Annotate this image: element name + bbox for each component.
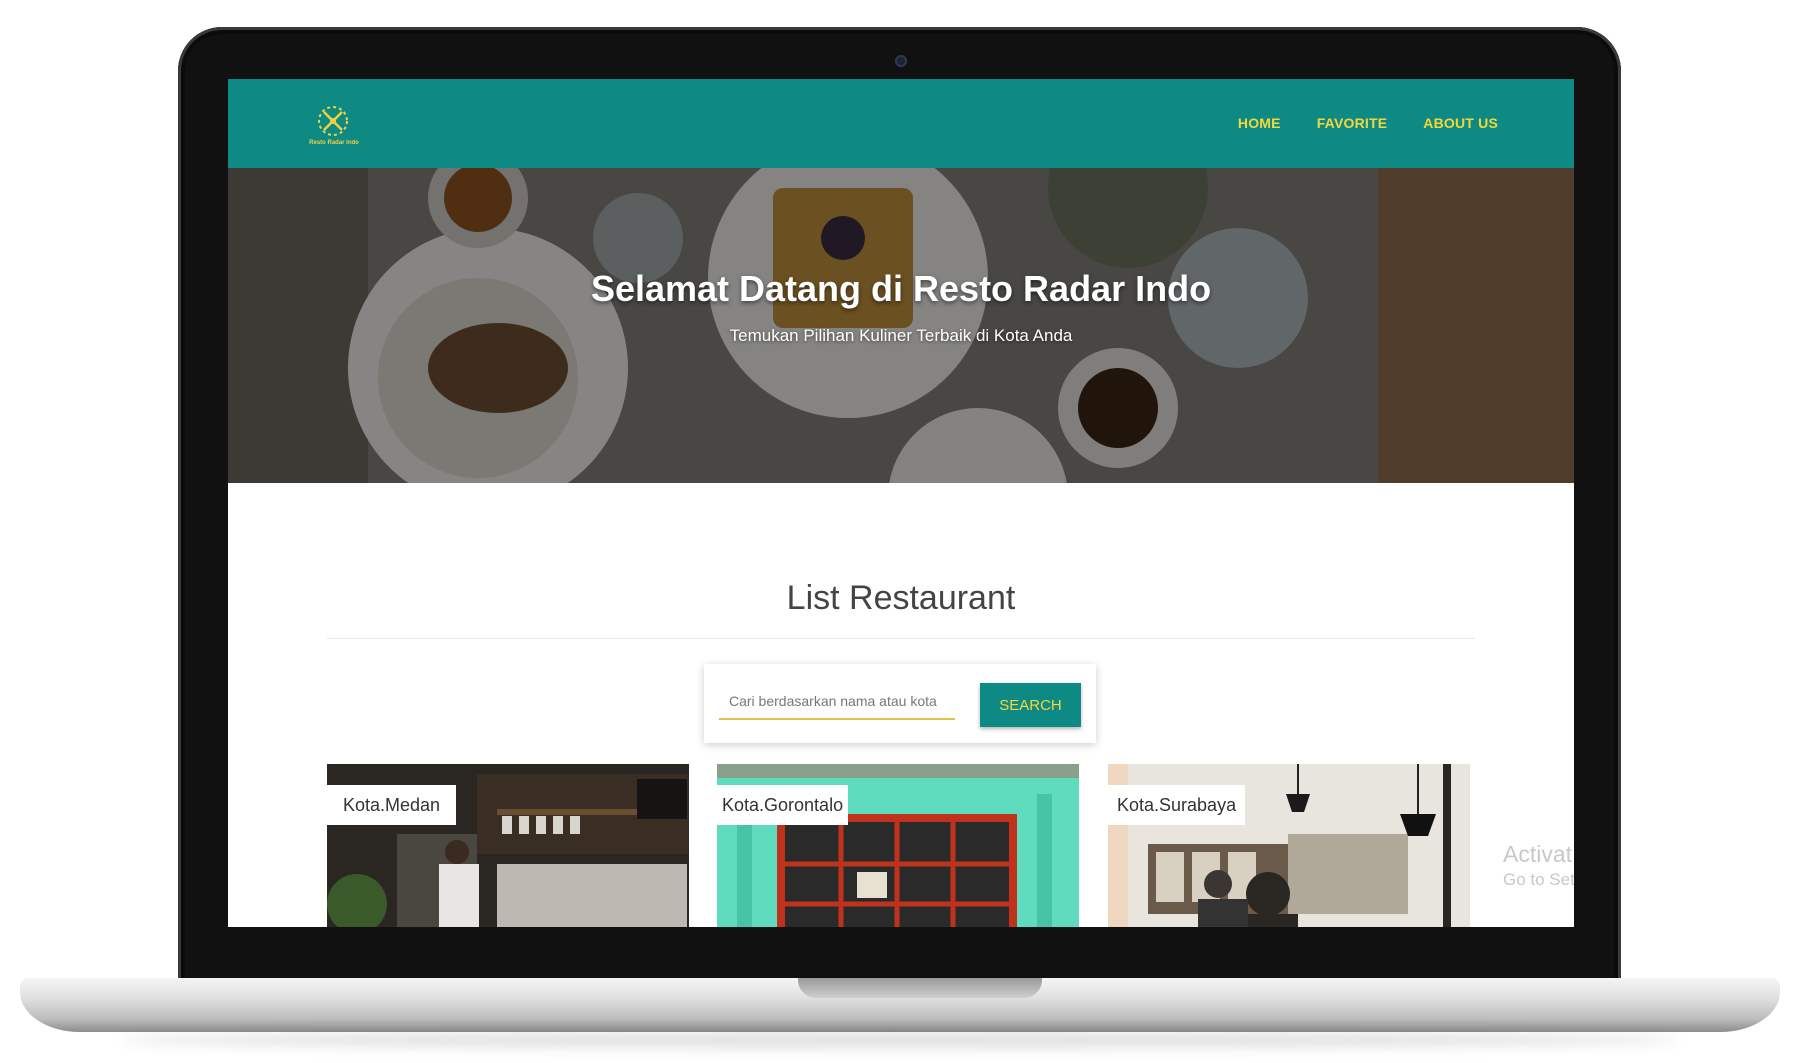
card-city-label: Kota.Gorontalo <box>717 785 849 825</box>
card-city-label: Kota.Surabaya <box>1108 785 1246 825</box>
laptop-shadow <box>120 1032 1680 1048</box>
restaurant-card-surabaya[interactable]: Kota.Surabaya <box>1108 764 1470 927</box>
webcam-icon <box>895 55 907 67</box>
hero-subtitle: Temukan Pilihan Kuliner Terbaik di Kota … <box>729 326 1073 345</box>
browser-viewport: Resto Radar Indo HOME FAVORITE ABOUT US <box>228 79 1574 927</box>
section-title: List Restaurant <box>786 579 1016 617</box>
restaurant-card-gorontalo[interactable]: Kota.Gorontalo <box>717 764 1079 927</box>
search-input[interactable] <box>719 684 955 720</box>
navbar: Resto Radar Indo HOME FAVORITE ABOUT US <box>228 79 1574 168</box>
nav-menu: HOME FAVORITE ABOUT US <box>1238 115 1498 131</box>
activation-watermark-line2: Go to Set <box>1503 870 1574 889</box>
search-button[interactable]: SEARCH <box>980 683 1081 727</box>
logo-text: Resto Radar Indo <box>309 140 359 146</box>
activation-watermark: Activat Go to Set <box>1503 841 1574 890</box>
search-card: SEARCH <box>704 664 1096 743</box>
nav-favorite-link[interactable]: FAVORITE <box>1317 115 1388 131</box>
restaurant-card-medan[interactable]: Kota.Medan <box>327 764 689 927</box>
nav-home-link[interactable]: HOME <box>1238 115 1281 131</box>
section-divider <box>327 638 1475 639</box>
hero-banner: Selamat Datang di Resto Radar Indo Temuk… <box>228 168 1574 483</box>
nav-about-link[interactable]: ABOUT US <box>1423 115 1498 131</box>
activation-watermark-line1: Activat <box>1503 841 1573 867</box>
laptop-hinge-notch <box>798 978 1042 998</box>
hero-title: Selamat Datang di Resto Radar Indo <box>590 268 1212 309</box>
laptop-base <box>20 978 1780 1032</box>
card-city-label: Kota.Medan <box>327 785 457 825</box>
